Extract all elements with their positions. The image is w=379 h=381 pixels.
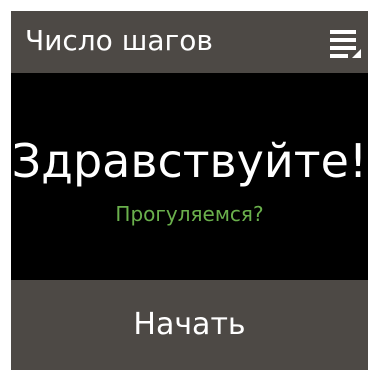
greeting-text: Здравствуйте!	[11, 134, 368, 188]
header-bar: Число шагов	[11, 11, 368, 73]
subtitle-text: Прогуляемся?	[115, 202, 264, 226]
page-title: Число шагов	[25, 24, 213, 57]
main-content: Здравствуйте! Прогуляемся?	[11, 73, 368, 280]
menu-icon	[330, 30, 361, 58]
menu-button[interactable]	[328, 25, 362, 59]
start-button[interactable]: Начать	[11, 280, 368, 370]
app-screen: Число шагов Здравствуйте! Прогуляемся? Н…	[11, 11, 368, 370]
